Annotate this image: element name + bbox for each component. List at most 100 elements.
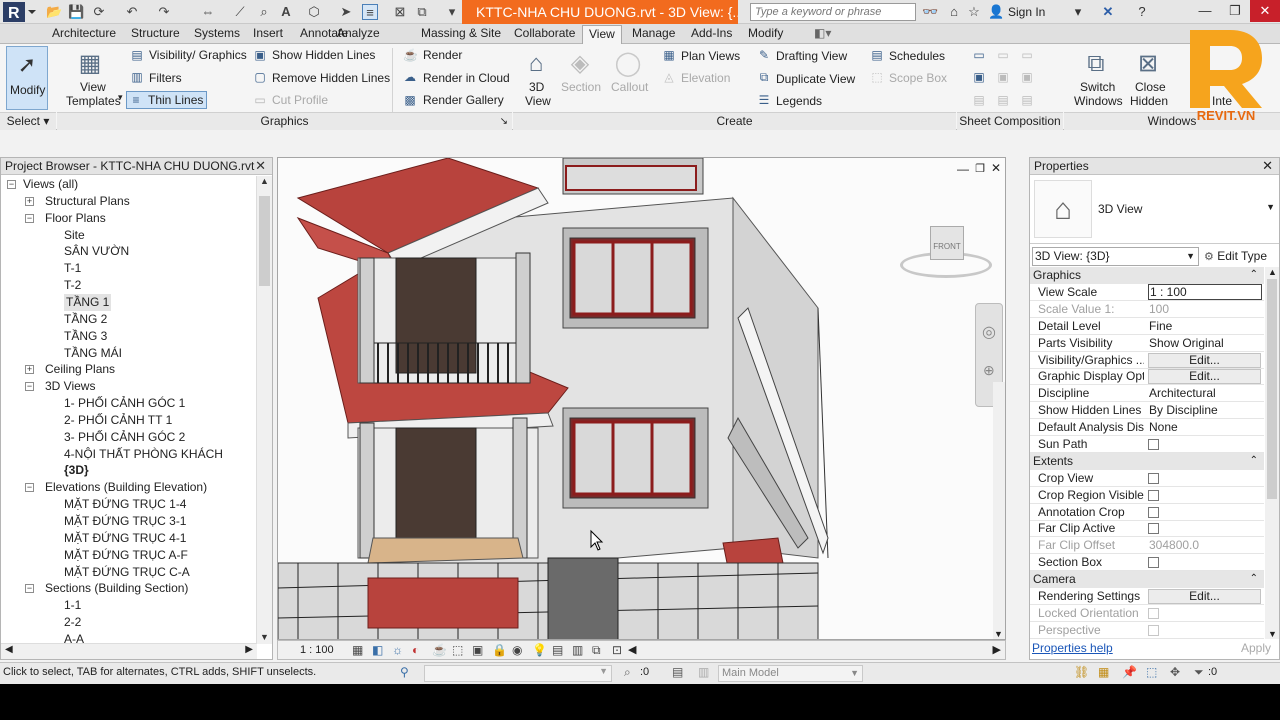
tree-expander-icon[interactable]: + (25, 365, 34, 374)
tab-manage[interactable]: Manage (626, 25, 681, 44)
sheet-icon[interactable]: ▭ (972, 48, 986, 62)
switch-windows-icon[interactable]: ⧉ (1080, 48, 1112, 80)
property-value[interactable]: Fine (1148, 318, 1262, 334)
property-checkbox[interactable] (1148, 490, 1159, 501)
callout-icon[interactable]: ◯ (612, 48, 644, 80)
user-icon[interactable]: 👤 (988, 4, 1004, 20)
drag-elements-icon[interactable]: ✥ (1170, 665, 1180, 679)
viewports-icon[interactable]: ▤ (996, 93, 1010, 107)
building-3d-model[interactable] (278, 158, 1006, 640)
thin-lines-qat-icon[interactable]: ≡ (362, 4, 378, 20)
measure-icon[interactable]: ⇔ (200, 4, 216, 20)
tree-item[interactable]: SÂN VƯỜN (64, 243, 129, 260)
scroll-right-icon[interactable]: ▶ (245, 644, 253, 655)
property-group-header[interactable]: Extents ⌃ (1030, 453, 1264, 470)
schedules-button[interactable]: Schedules (889, 49, 945, 63)
select-by-face-icon[interactable]: ⬚ (1146, 665, 1157, 679)
render-gallery-button[interactable]: Render Gallery (423, 93, 504, 107)
tree-item[interactable]: MẶT ĐỨNG TRỤC C-A (64, 564, 190, 581)
property-checkbox[interactable] (1148, 557, 1159, 568)
detail-level-icon[interactable]: ▦ (352, 643, 363, 657)
tree-expander-icon[interactable]: − (25, 382, 34, 391)
tab-architecture[interactable]: Architecture (46, 25, 122, 44)
3d-view-label-2[interactable]: View (525, 94, 551, 108)
switch-windows-label-1[interactable]: Switch (1080, 80, 1115, 94)
cut-profile-button[interactable]: Cut Profile (272, 93, 328, 107)
view-bar-scroll-right-icon[interactable]: ▶ (993, 643, 1001, 656)
property-value[interactable]: None (1148, 419, 1262, 435)
temp-view-properties-icon[interactable]: ▥ (572, 643, 583, 657)
steering-wheel-icon[interactable]: ◎ (982, 322, 996, 342)
tree-item[interactable]: Sections (Building Section) (45, 580, 188, 597)
place-view-icon[interactable]: ▣ (972, 70, 986, 84)
select-panel-bar[interactable]: Select ▾ (0, 112, 56, 130)
tree-item[interactable]: Elevations (Building Elevation) (45, 479, 207, 496)
worksharing-icon[interactable]: ▤ (552, 643, 563, 657)
viewport-minimize-icon[interactable]: — (957, 162, 969, 176)
select-label[interactable]: Select (7, 114, 40, 128)
tree-item[interactable]: Structural Plans (45, 193, 130, 210)
close-hidden-label-1[interactable]: Close (1135, 80, 1166, 94)
property-checkbox[interactable] (1148, 523, 1159, 534)
instance-selector-dropdown-icon[interactable]: ▼ (1186, 248, 1195, 265)
panel-launcher-icon[interactable]: ↘ (500, 113, 508, 130)
undo-icon[interactable]: ↶ (124, 4, 140, 20)
properties-close-icon[interactable]: ✕ (1262, 158, 1273, 174)
dropdown-icon[interactable]: ▾ (1070, 4, 1086, 20)
scroll-thumb[interactable] (259, 196, 270, 286)
crop-view-icon[interactable]: ⬚ (452, 643, 463, 657)
text-icon[interactable]: A (278, 4, 294, 20)
property-group-header[interactable]: Camera ⌃ (1030, 571, 1264, 588)
tab-collaborate[interactable]: Collaborate (508, 25, 581, 44)
properties-help-link[interactable]: Properties help (1032, 641, 1113, 655)
tree-expander-icon[interactable]: − (7, 180, 16, 189)
tree-expander-icon[interactable]: − (25, 214, 34, 223)
tree-item[interactable]: 1-1 (64, 597, 81, 614)
view-templates-label-1[interactable]: View (80, 80, 106, 94)
tab-add-ins[interactable]: Add-Ins (685, 25, 738, 44)
save-icon[interactable]: 💾 (68, 4, 84, 20)
render-dialog-icon[interactable]: ☕ (432, 643, 447, 657)
duplicate-view-button[interactable]: Duplicate View (776, 72, 855, 86)
tree-item[interactable]: T-2 (64, 277, 81, 294)
view-templates-icon[interactable]: ▦ (74, 48, 106, 80)
highlight-displacement-icon[interactable]: ⧉ (592, 643, 601, 658)
viewport-restore-icon[interactable]: ❐ (975, 162, 985, 175)
tree-item[interactable]: MẶT ĐỨNG TRỤC A-F (64, 547, 188, 564)
type-selector[interactable]: ⌂ 3D View ▼ (1030, 176, 1279, 244)
lock-view-icon[interactable]: 🔒 (492, 643, 507, 657)
qat-dropdown-icon[interactable]: ▾ (444, 4, 460, 20)
property-checkbox[interactable] (1148, 507, 1159, 518)
property-checkbox[interactable] (1148, 473, 1159, 484)
project-browser-vscroll[interactable]: ▲ ▼ (256, 176, 272, 644)
plan-views-button[interactable]: Plan Views (681, 49, 740, 63)
activate-view-icon[interactable]: ▤ (1020, 93, 1034, 107)
maximize-button[interactable]: ❐ (1220, 0, 1250, 22)
switch-windows-qat-icon[interactable]: ⧉ (414, 4, 430, 20)
property-edit-button[interactable]: Edit... (1148, 589, 1261, 604)
collapse-caret-icon[interactable]: ⌃ (1250, 267, 1258, 283)
view-scale-button[interactable]: 1 : 100 (300, 644, 334, 656)
view-templates-dropdown-icon[interactable]: ▾ (118, 90, 123, 104)
tree-item[interactable]: 3- PHỐI CẢNH GÓC 2 (64, 429, 185, 446)
tree-item[interactable]: MẶT ĐỨNG TRỤC 4-1 (64, 530, 186, 547)
reveal-constraints-icon[interactable]: ⊡ (612, 643, 622, 657)
design-options-edit-icon[interactable]: ▥ (698, 665, 709, 679)
property-value[interactable]: Show Original (1148, 335, 1262, 351)
tab-massing-site[interactable]: Massing & Site (415, 25, 507, 44)
apply-button[interactable]: Apply (1241, 641, 1271, 655)
tree-item[interactable]: {3D} (64, 462, 89, 479)
tree-item[interactable]: Site (64, 227, 85, 244)
property-value[interactable]: Architectural (1148, 385, 1262, 401)
drafting-view-button[interactable]: Drafting View (776, 49, 847, 63)
temporary-hide-icon[interactable]: ◉ (512, 643, 522, 657)
tree-item[interactable]: Ceiling Plans (45, 361, 115, 378)
tab-structure[interactable]: Structure (125, 25, 186, 44)
sign-in-button[interactable]: Sign In (1008, 0, 1045, 24)
tag-icon[interactable]: ⌕ (256, 4, 272, 20)
property-value-input[interactable]: 1 : 100 (1148, 284, 1262, 300)
sync-icon[interactable]: ⟳ (91, 4, 107, 20)
design-options-icon[interactable]: ▤ (672, 665, 683, 679)
remove-hidden-lines-button[interactable]: Remove Hidden Lines (272, 71, 390, 85)
subscription-icon[interactable]: ⌂ (946, 4, 962, 20)
